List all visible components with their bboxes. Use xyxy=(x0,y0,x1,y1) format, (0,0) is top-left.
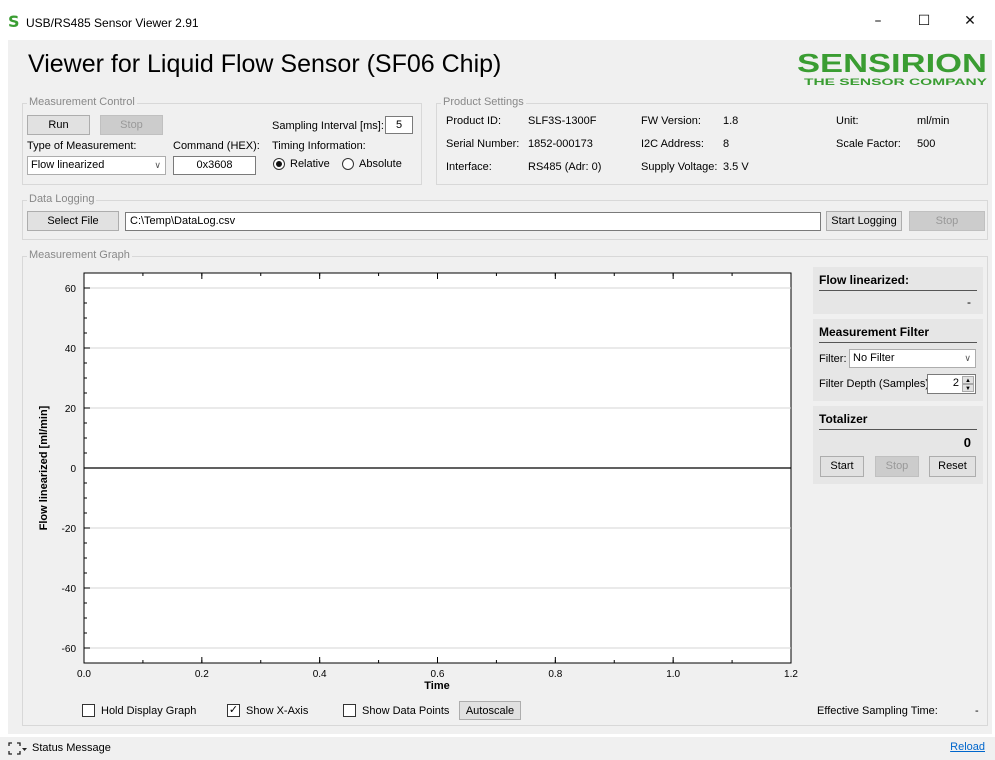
status-dropdown-icon[interactable] xyxy=(8,742,28,755)
flow-panel-title: Flow linearized: xyxy=(819,273,977,291)
y-tick-label: 40 xyxy=(65,344,77,355)
x-tick-label: 0.4 xyxy=(313,669,327,680)
unit-value: ml/min xyxy=(917,115,950,127)
sampling-interval-input[interactable]: 5 xyxy=(385,116,413,134)
supply-voltage-value: 3.5 V xyxy=(723,161,749,173)
x-tick-label: 1.0 xyxy=(666,669,680,680)
chevron-down-icon: ∨ xyxy=(964,353,971,363)
data-logging-label: Data Logging xyxy=(27,193,97,205)
y-tick-label: -20 xyxy=(62,524,77,535)
product-settings-label: Product Settings xyxy=(441,96,526,108)
product-id-label: Product ID: xyxy=(446,115,502,127)
logo-tagline: THE SENSOR COMPANY xyxy=(804,77,988,88)
filter-depth-label: Filter Depth (Samples): xyxy=(819,378,933,390)
flow-value-panel: Flow linearized: - xyxy=(813,267,983,314)
totalizer-stop-button[interactable]: Stop xyxy=(875,456,919,477)
absolute-radio-label: Absolute xyxy=(359,158,402,170)
effective-sampling-label: Effective Sampling Time: xyxy=(817,705,938,717)
show-data-points-checkbox[interactable] xyxy=(343,704,356,717)
stop-logging-button[interactable]: Stop xyxy=(909,211,985,231)
totalizer-start-button[interactable]: Start xyxy=(820,456,864,477)
select-file-button[interactable]: Select File xyxy=(27,211,119,231)
scale-factor-value: 500 xyxy=(917,138,936,150)
run-button[interactable]: Run xyxy=(27,115,90,135)
command-input[interactable]: 0x3608 xyxy=(173,156,256,175)
spinner-up-icon[interactable]: ▲ xyxy=(962,376,974,384)
y-tick-label: -40 xyxy=(62,584,77,595)
measurement-type-select[interactable]: Flow linearized ∨ xyxy=(27,156,166,175)
i2c-address-label: I2C Address: xyxy=(641,138,704,150)
measurement-type-label: Type of Measurement: xyxy=(27,140,137,152)
sensirion-logo: SENSIRION THE SENSOR COMPANY xyxy=(797,48,988,88)
x-tick-label: 0.8 xyxy=(548,669,562,680)
interface-value: RS485 (Adr: 0) xyxy=(528,161,602,173)
window-titlebar: S USB/RS485 Sensor Viewer 2.91 – ☐ ✕ xyxy=(0,0,995,40)
maximize-button[interactable]: ☐ xyxy=(901,6,947,36)
filter-select-value: No Filter xyxy=(853,352,895,364)
effective-sampling-value: - xyxy=(975,705,979,717)
x-tick-label: 1.2 xyxy=(784,669,798,680)
measurement-filter-title: Measurement Filter xyxy=(819,325,977,343)
filter-label: Filter: xyxy=(819,353,847,365)
fw-version-label: FW Version: xyxy=(641,115,701,127)
filter-select[interactable]: No Filter ∨ xyxy=(849,349,976,368)
i2c-address-value: 8 xyxy=(723,138,730,150)
serial-number-value: 1852-000173 xyxy=(528,138,593,150)
product-id-value: SLF3S-1300F xyxy=(528,115,597,127)
window-title: USB/RS485 Sensor Viewer 2.91 xyxy=(26,16,199,30)
y-tick-label: 60 xyxy=(65,284,77,295)
timing-information-label: Timing Information: xyxy=(272,140,366,152)
serial-number-label: Serial Number: xyxy=(446,138,520,150)
y-tick-label: 20 xyxy=(65,404,77,415)
fw-version-value: 1.8 xyxy=(723,115,739,127)
close-button[interactable]: ✕ xyxy=(947,6,993,36)
logo-wordmark: SENSIRION xyxy=(797,48,987,78)
totalizer-value: 0 xyxy=(963,435,971,450)
filter-depth-value: 2 xyxy=(952,377,959,389)
spinner-down-icon[interactable]: ▼ xyxy=(962,384,974,392)
relative-radio-label: Relative xyxy=(290,158,330,170)
relative-radio[interactable] xyxy=(273,158,285,170)
app-logo-icon: S xyxy=(8,12,20,31)
flow-value: - xyxy=(967,295,971,309)
measurement-type-value: Flow linearized xyxy=(31,159,105,171)
measurement-graph-label: Measurement Graph xyxy=(27,249,132,261)
measurement-control-label: Measurement Control xyxy=(27,96,137,108)
totalizer-reset-button[interactable]: Reset xyxy=(929,456,976,477)
chevron-down-icon: ∨ xyxy=(154,160,161,170)
x-tick-label: 0.0 xyxy=(77,669,91,680)
stop-measurement-button[interactable]: Stop xyxy=(100,115,163,135)
supply-voltage-label: Supply Voltage: xyxy=(641,161,718,173)
hold-display-checkbox[interactable] xyxy=(82,704,95,717)
hold-display-label: Hold Display Graph xyxy=(101,705,197,717)
autoscale-button[interactable]: Autoscale xyxy=(459,701,521,720)
y-axis-label: Flow linearized [ml/min] xyxy=(38,405,50,530)
x-axis-label: Time xyxy=(424,680,449,692)
scale-factor-label: Scale Factor: xyxy=(836,138,901,150)
minimize-button[interactable]: – xyxy=(855,6,901,36)
show-data-points-label: Show Data Points xyxy=(362,705,450,717)
y-tick-label: -60 xyxy=(62,644,77,655)
status-bar: Status Message Reload xyxy=(0,737,995,760)
filter-depth-input[interactable]: 2 ▲ ▼ xyxy=(927,374,976,394)
start-logging-button[interactable]: Start Logging xyxy=(826,211,902,231)
y-tick-label: 0 xyxy=(70,464,76,475)
measurement-chart: 60 40 20 0 -20 -40 -60 0.0 0.2 0.4 0.6 0.8 1.0 1.2 Fl… xyxy=(38,272,798,692)
unit-label: Unit: xyxy=(836,115,859,127)
x-tick-label: 0.2 xyxy=(195,669,209,680)
x-tick-label: 0.6 xyxy=(431,669,445,680)
reload-link[interactable]: Reload xyxy=(950,741,985,753)
page-title: Viewer for Liquid Flow Sensor (SF06 Chip… xyxy=(28,50,502,78)
sampling-interval-label: Sampling Interval [ms]: xyxy=(272,120,384,132)
absolute-radio[interactable] xyxy=(342,158,354,170)
log-file-path-input[interactable]: C:\Temp\DataLog.csv xyxy=(125,212,821,231)
status-message: Status Message xyxy=(32,742,111,754)
command-label: Command (HEX): xyxy=(173,140,260,152)
totalizer-title: Totalizer xyxy=(819,412,977,430)
interface-label: Interface: xyxy=(446,161,492,173)
show-x-axis-label: Show X-Axis xyxy=(246,705,309,717)
show-x-axis-checkbox[interactable]: ✓ xyxy=(227,704,240,717)
